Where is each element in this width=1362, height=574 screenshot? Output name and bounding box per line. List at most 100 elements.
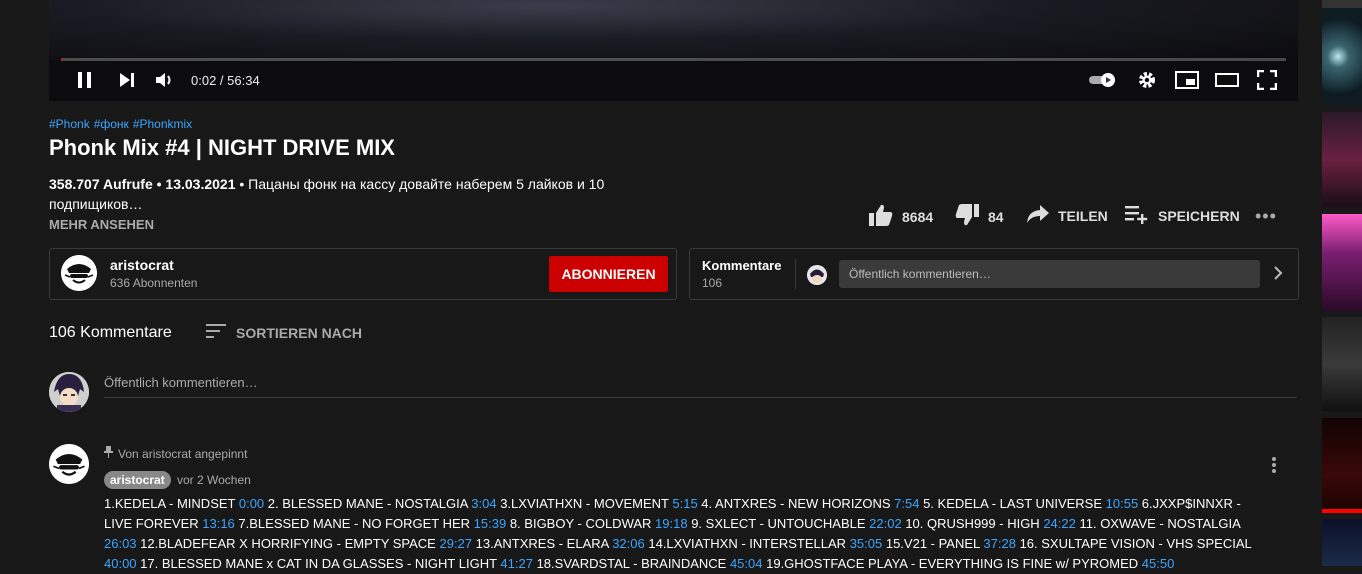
hashtag-link[interactable]: #Phonkmix [133, 117, 192, 131]
comments-panel-teaser[interactable]: Kommentare 106 Öffentlich kommentieren… [689, 248, 1299, 300]
timestamp-link[interactable]: 19:18 [655, 516, 688, 531]
timestamp-link[interactable]: 45:04 [730, 556, 763, 571]
related-video-thumbnail[interactable] [1322, 112, 1362, 207]
channel-avatar[interactable] [61, 255, 97, 291]
playlist-add-icon [1124, 203, 1150, 228]
miniplayer-icon[interactable] [1174, 68, 1200, 92]
video-title: Phonk Mix #4 | NIGHT DRIVE MIX [49, 135, 395, 160]
time-display: 0:02 / 56:34 [191, 73, 260, 88]
divider [795, 259, 796, 289]
comment-author-name[interactable]: aristocrat [104, 471, 171, 489]
pin-icon [104, 446, 113, 461]
timestamp-link[interactable]: 35:05 [850, 536, 883, 551]
sort-icon [206, 324, 226, 341]
comments-panel-count: 106 [702, 276, 723, 290]
progress-fill [61, 58, 62, 61]
track-title: 1.KEDELA - MINDSET [104, 496, 239, 511]
sort-label: SORTIEREN NACH [236, 324, 363, 341]
timestamp-link[interactable]: 5:15 [672, 496, 697, 511]
show-more-button[interactable]: MEHR ANSEHEN [49, 217, 154, 232]
track-title: 18.SVARDSTAL - BRAINDANCE [532, 556, 730, 571]
pause-icon[interactable] [73, 68, 97, 92]
related-video-thumbnail[interactable] [1322, 8, 1362, 105]
track-title: 4. ANTXRES - NEW HORIZONS [697, 496, 895, 511]
timestamp-link[interactable]: 37:28 [983, 536, 1016, 551]
share-icon [1026, 203, 1050, 228]
timestamp-link[interactable]: 3:04 [471, 496, 496, 511]
timestamp-link[interactable]: 15:39 [474, 516, 507, 531]
fullscreen-icon[interactable] [1255, 68, 1279, 92]
comment-teaser-input[interactable]: Öffentlich kommentieren… [839, 260, 1260, 288]
sort-comments-button[interactable]: SORTIEREN NACH [206, 324, 362, 341]
channel-name[interactable]: aristocrat [110, 257, 174, 273]
related-videos-sidebar [1322, 0, 1362, 566]
related-video-thumbnail[interactable] [1322, 0, 1362, 8]
video-frame[interactable] [49, 0, 1298, 60]
subscriber-count: 636 Abonnenten [110, 276, 198, 290]
pinned-label: Von aristocrat angepinnt [118, 446, 248, 461]
dislike-button[interactable]: 84 [954, 203, 1004, 230]
related-video-thumbnail[interactable] [1322, 317, 1362, 411]
subscribe-button[interactable]: ABONNIEREN [549, 256, 668, 292]
timestamp-link[interactable]: 26:03 [104, 536, 137, 551]
timestamp-link[interactable]: 45:50 [1142, 556, 1175, 571]
theater-mode-icon[interactable] [1214, 68, 1240, 92]
track-title: 9. SXLECT - UNTOUCHABLE [687, 516, 870, 531]
watched-progress-bar [1322, 509, 1362, 513]
thumbs-down-icon [954, 203, 980, 230]
hashtag-link[interactable]: #фонк [94, 117, 129, 131]
timestamp-link[interactable]: 32:06 [612, 536, 645, 551]
track-title: 2. BLESSED MANE - NOSTALGIA [264, 496, 472, 511]
timestamp-link[interactable]: 10:55 [1106, 496, 1139, 511]
track-title: 10. QRUSH999 - HIGH [901, 516, 1044, 531]
autoplay-toggle-icon[interactable] [1087, 68, 1119, 92]
comments-panel-title: Kommentare [702, 258, 782, 273]
share-button[interactable]: TEILEN [1026, 203, 1108, 228]
comment-text: 1.KEDELA - MINDSET 0:00 2. BLESSED MANE … [104, 494, 1264, 574]
comment-author-avatar[interactable] [49, 444, 89, 484]
next-icon[interactable] [115, 68, 139, 92]
add-comment-input[interactable]: Öffentlich kommentieren… [104, 375, 1297, 398]
related-video-thumbnail[interactable] [1322, 519, 1362, 566]
settings-gear-icon[interactable] [1135, 68, 1159, 92]
track-title: 16. SXULTAPE VISION - VHS SPECIAL [1015, 536, 1252, 551]
track-title: 11. OXWAVE - NOSTALGIA [1075, 516, 1241, 531]
track-title: 8. BIGBOY - COLDWAR [506, 516, 656, 531]
video-description: 358.707 Aufrufe • 13.03.2021 • Пацаны фо… [49, 174, 649, 214]
save-button[interactable]: SPEICHERN [1124, 203, 1240, 228]
save-label: SPEICHERN [1158, 207, 1240, 224]
hashtag-link[interactable]: #Phonk [49, 117, 90, 131]
chevron-right-icon[interactable] [1273, 266, 1283, 285]
like-count: 8684 [902, 208, 934, 225]
track-title: 19.GHOSTFACE PLAYA - EVERYTHING IS FINE … [762, 556, 1142, 571]
related-video-thumbnail[interactable] [1322, 418, 1362, 513]
timestamp-link[interactable]: 22:02 [869, 516, 902, 531]
timestamp-link[interactable]: 24:22 [1043, 516, 1076, 531]
track-title: 15.V21 - PANEL [882, 536, 984, 551]
like-button[interactable]: 8684 [868, 203, 933, 230]
timestamp-link[interactable]: 41:27 [500, 556, 533, 571]
user-avatar [807, 265, 827, 285]
pinned-indicator: Von aristocrat angepinnt [104, 446, 247, 461]
video-player[interactable]: 0:02 / 56:34 [49, 0, 1298, 101]
dislike-count: 84 [988, 208, 1004, 225]
volume-icon[interactable] [153, 68, 177, 92]
timestamp-link[interactable]: 0:00 [239, 496, 264, 511]
thumbs-up-icon [868, 203, 894, 230]
timestamp-link[interactable]: 13:16 [202, 516, 235, 531]
comment-menu-icon[interactable] [1271, 456, 1277, 479]
progress-bar[interactable] [61, 58, 1286, 61]
track-title: 14.LXVIATHXN - INTERSTELLAR [644, 536, 850, 551]
comment-count-heading: 106 Kommentare [49, 324, 172, 341]
timestamp-link[interactable]: 7:54 [894, 496, 919, 511]
timestamp-link[interactable]: 40:00 [104, 556, 137, 571]
comment-timestamp[interactable]: vor 2 Wochen [177, 473, 251, 487]
timestamp-link[interactable]: 29:27 [439, 536, 472, 551]
track-title: 17. BLESSED MANE x CAT IN DA GLASSES - N… [136, 556, 501, 571]
hashtags: #Phonk #фонк #Phonkmix [49, 117, 196, 131]
share-label: TEILEN [1058, 207, 1108, 224]
views-date: 358.707 Aufrufe • 13.03.2021 [49, 176, 236, 192]
related-video-thumbnail[interactable] [1322, 214, 1362, 311]
more-actions-button[interactable]: ••• [1255, 206, 1277, 227]
channel-box: aristocrat 636 Abonnenten ABONNIEREN [49, 248, 677, 300]
